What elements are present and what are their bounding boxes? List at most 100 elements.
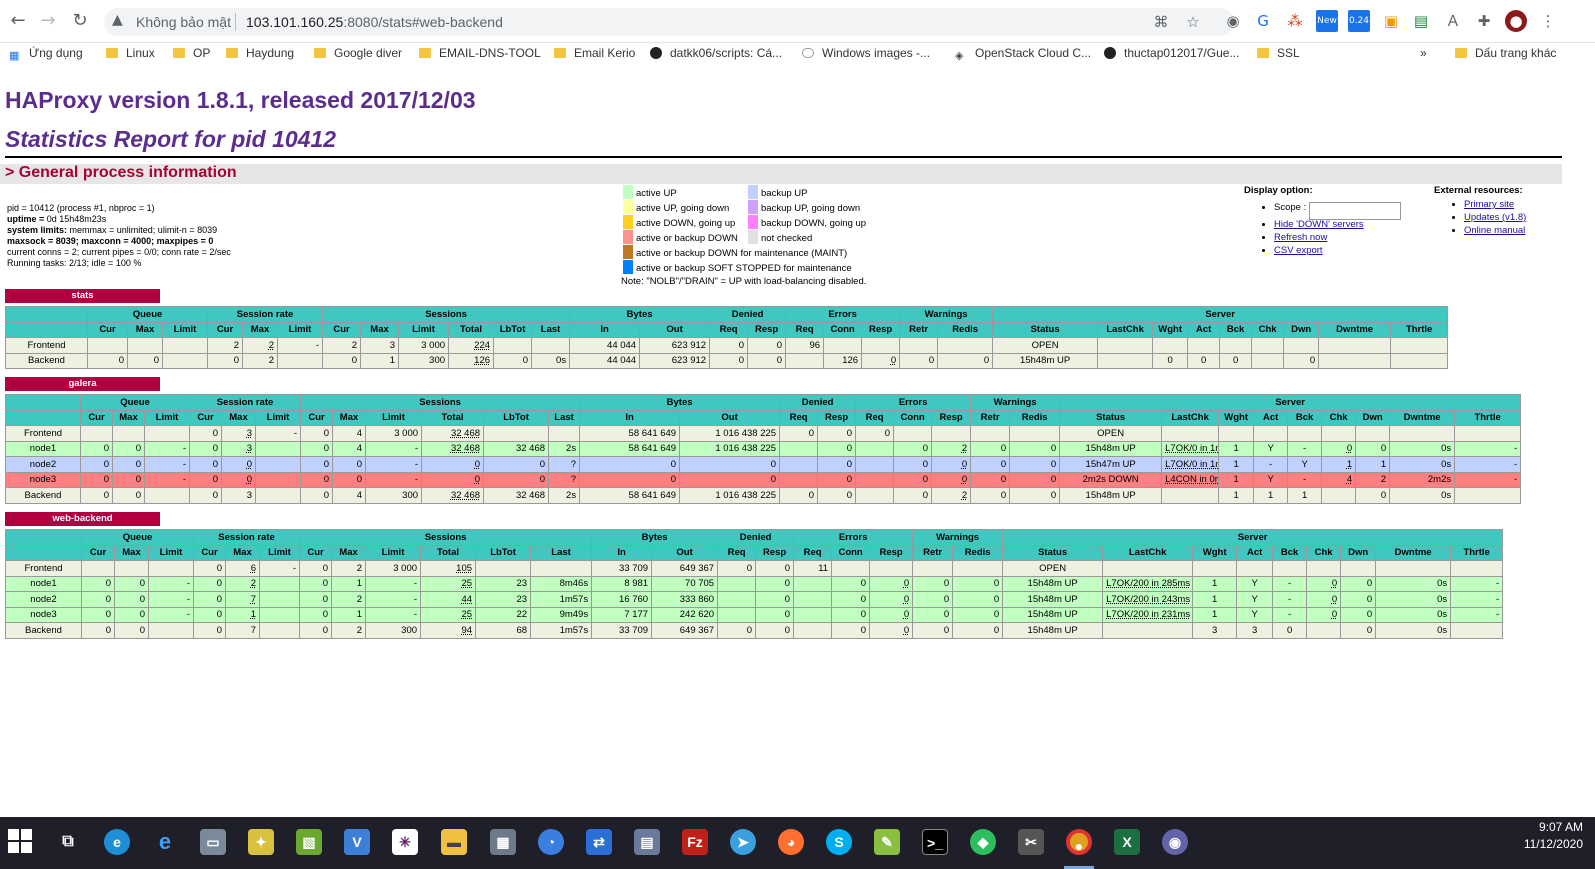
refresh-now-link[interactable]: Refresh now [1274,232,1327,243]
tab-extension-icon[interactable]: ▣ [1380,10,1402,32]
task-view-icon[interactable]: ⧉ [55,829,81,855]
row-label[interactable]: Backend [5,622,82,639]
proxy-name-galera[interactable]: galera [5,377,160,391]
row-label[interactable]: Frontend [5,425,81,442]
table-cell: 105 [420,560,477,577]
winscp-icon[interactable]: ⇄ [586,829,612,855]
device-manager-icon[interactable]: ▭ [200,829,226,855]
bookmark-item[interactable]: Google diver [314,46,402,60]
scope-input[interactable] [1308,201,1401,220]
url-text[interactable]: 103.101.160.25:8080/stats#web-backend [246,14,503,30]
row-label[interactable]: Frontend [5,337,88,354]
bookmark-item[interactable]: Dấu trang khác [1455,46,1556,60]
calculator-icon[interactable]: ▦ [490,829,516,855]
bookmark-item[interactable]: Linux [106,46,155,60]
table-cell: 0 [952,606,1004,623]
csv-export-link[interactable]: CSV export [1274,245,1323,256]
new-badge-extension-icon[interactable]: New [1316,10,1338,32]
address-bar[interactable]: ▲ Không bảo mật 103.101.160.25:8080/stat… [104,8,1234,36]
bookmark-item[interactable]: thuctap012017/Gue... [1104,46,1239,60]
bookmark-item[interactable]: Windows images -... [802,46,930,60]
veeam-icon[interactable]: V [344,829,370,855]
row-label[interactable]: Frontend [5,560,82,577]
tool-icon[interactable]: ✦ [248,829,274,855]
row-label[interactable]: node3 [5,471,81,488]
hide-down-servers-link[interactable]: Hide 'DOWN' servers [1274,219,1364,230]
vsphere-icon[interactable]: ▧ [296,829,322,855]
header-col: Thrtle [1450,544,1504,561]
telegram-icon[interactable]: ➤ [730,829,756,855]
primary-site-link[interactable]: Primary site [1464,199,1514,210]
forward-arrow-icon[interactable]: → [35,8,61,34]
table-cell [1236,560,1274,577]
excel-icon[interactable]: X [1114,829,1140,855]
row-label[interactable]: node1 [5,440,81,457]
table-cell [162,337,208,354]
edge-icon[interactable]: e [104,829,130,855]
translate-icon[interactable]: ⌘ [1150,11,1172,33]
snipping-tool-icon[interactable]: ✂ [1018,829,1044,855]
bookmark-item[interactable]: SSL [1257,46,1300,60]
bookmark-item[interactable]: ◈ OpenStack Cloud C... [955,46,1091,62]
row-label[interactable]: node2 [5,456,81,473]
row-label[interactable]: Backend [5,487,81,504]
proxy-name-stats[interactable]: stats [5,289,160,303]
header-col: Wght [1152,321,1189,338]
security-label[interactable]: Không bảo mật [136,14,231,30]
notepad-icon[interactable]: ✎ [874,829,900,855]
row-label[interactable]: node1 [5,575,82,592]
camera-extension-icon[interactable]: ◉ [1222,10,1244,32]
skype-icon[interactable]: S [826,829,852,855]
table-cell: 0 [831,606,871,623]
row-label[interactable]: node3 [5,606,82,623]
bookmark-item[interactable]: » [1420,46,1427,60]
bookmark-item[interactable]: Email Kerio [554,46,635,60]
online-manual-link[interactable]: Online manual [1464,225,1525,236]
row-label[interactable]: Backend [5,352,88,369]
star-bookmark-icon[interactable]: ☆ [1182,11,1204,33]
table-cell: 2 [242,352,278,369]
row-label[interactable]: node2 [5,591,82,608]
back-arrow-icon[interactable]: ← [5,8,31,34]
filezilla-icon[interactable]: Fz [682,829,708,855]
bookmark-item[interactable]: EMAIL-DNS-TOOL [419,46,541,60]
network-monitor-icon[interactable]: ▤ [634,829,660,855]
translate-extension-icon[interactable]: G [1252,10,1274,32]
internet-explorer-icon[interactable]: e [152,829,178,855]
windows-start-icon[interactable] [8,829,34,855]
table-cell: Y [1253,440,1289,457]
terminal-icon[interactable]: >_ [922,829,948,855]
reload-icon[interactable]: ↻ [67,8,93,34]
folder-icon [1257,48,1269,58]
slack-icon[interactable]: ✳ [392,829,418,855]
file-explorer-icon[interactable]: ▬ [441,829,467,855]
table-cell: 3 [221,440,256,457]
speed-extension-icon[interactable]: 0.24 [1348,10,1370,32]
chrome-icon[interactable]: ● [1066,829,1092,855]
table-cell: - [1454,440,1522,457]
proxy-name-web-backend[interactable]: web-backend [5,512,160,526]
url-path: :8080/stats#web-backend [343,14,503,30]
profile-avatar-icon[interactable]: ● [1505,10,1527,32]
system-clock[interactable]: 9:07 AM 11/12/2020 [1524,819,1583,853]
header-group: Denied [779,394,857,411]
bookmark-item[interactable]: OP [173,46,210,60]
remote-icon[interactable]: ◔ [538,829,564,855]
text-extension-icon[interactable]: Ａ [1442,10,1464,32]
extensions-puzzle-icon[interactable]: ✚ [1473,10,1495,32]
sheets-extension-icon[interactable]: ▤ [1410,10,1432,32]
table-cell: 0 [717,622,757,639]
table-cell: - [365,440,423,457]
bookmark-item[interactable]: datkk06/scripts: Cá... [650,46,782,60]
evernote-icon[interactable]: ◆ [970,829,996,855]
menu-kebab-icon[interactable]: ⋮ [1537,10,1559,32]
bookmark-item[interactable]: Haydung [226,46,294,60]
teams-icon[interactable]: ◉ [1162,829,1188,855]
network-extension-icon[interactable]: ⁂ [1284,10,1306,32]
bookmark-item[interactable]: ▦ Ứng dụng [9,46,83,62]
header-col: Dwntme [1318,321,1392,338]
updates-link[interactable]: Updates (v1.8) [1464,212,1526,223]
table-cell: 0 [87,352,128,369]
firefox-icon[interactable]: ◕ [778,829,804,855]
table-cell: 15h48m UP [1002,622,1104,639]
